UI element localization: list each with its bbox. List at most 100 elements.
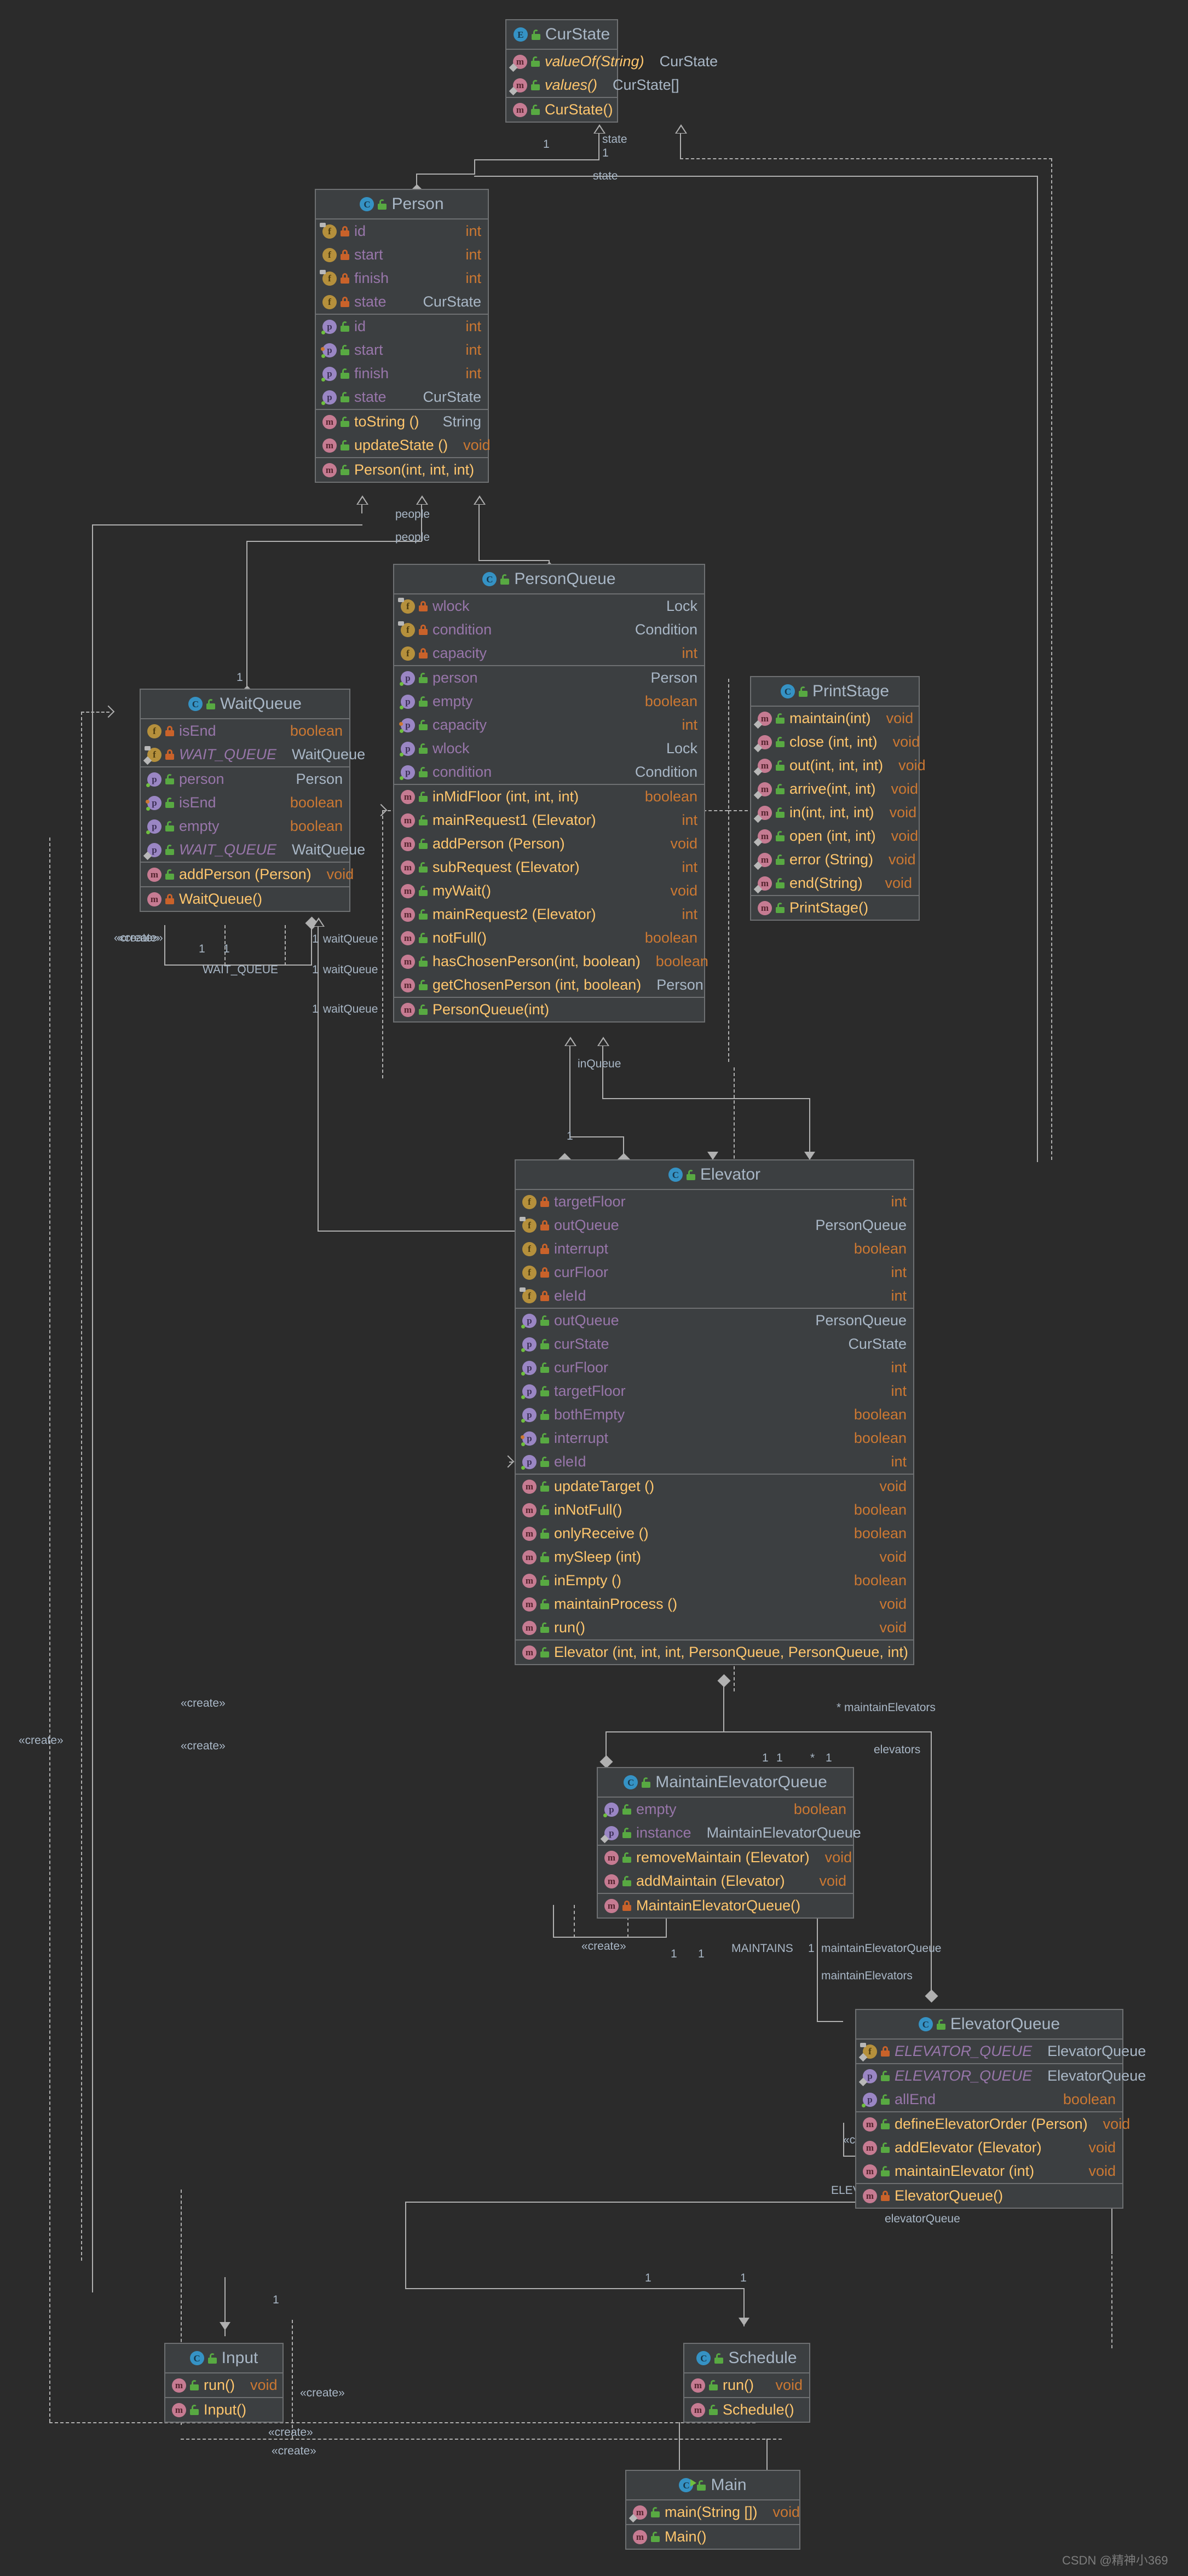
field-row[interactable]: f state CurState [316,290,488,314]
field-row[interactable]: f start int [316,243,488,267]
method-row[interactable]: m updateTarget () void [516,1475,913,1498]
field-row[interactable]: f wlock Lock [394,594,704,618]
property-row[interactable]: p WAIT_QUEUE WaitQueue [141,838,365,862]
property-row[interactable]: p empty boolean [598,1798,853,1821]
field-row[interactable]: f condition Condition [394,618,704,642]
property-row[interactable]: p start int [316,338,488,362]
method-row[interactable]: m inNotFull() boolean [516,1498,913,1522]
method-row[interactable]: m toString () String [316,410,488,434]
constructor-row[interactable]: m WaitQueue() [141,887,349,911]
method-row[interactable]: m in(int, int, int) void [751,801,919,824]
method-row[interactable]: m close (int, int) void [751,730,920,754]
method-row[interactable]: m maintainElevator (int) void [856,2159,1122,2183]
property-row[interactable]: p eleId int [516,1450,913,1474]
constructor-row[interactable]: m Schedule() [684,2398,809,2422]
method-row[interactable]: m mainRequest1 (Elevator) int [394,808,704,832]
method-row[interactable]: m defineElevatorOrder (Person) void [856,2112,1130,2136]
method-row[interactable]: m main(String []) void [626,2500,800,2524]
method-row[interactable]: m run() void [684,2373,809,2397]
property-row[interactable]: p curState CurState [516,1332,913,1356]
property-row[interactable]: p bothEmpty boolean [516,1403,913,1426]
class-box-maintainelevatorqueue[interactable]: C MaintainElevatorQueue p empty boolean … [597,1767,861,1919]
property-row[interactable]: p targetFloor int [516,1379,913,1403]
property-row[interactable]: p allEnd boolean [856,2088,1122,2111]
constructor-row[interactable]: m CurState() [506,98,617,122]
class-box-printstage[interactable]: C PrintStage m maintain(int) void m clos… [750,676,926,921]
field-row[interactable]: f WAIT_QUEUE WaitQueue [141,743,365,766]
method-row[interactable]: m addElevator (Elevator) void [856,2136,1122,2159]
property-row[interactable]: p instance MaintainElevatorQueue [598,1821,861,1845]
method-row[interactable]: m onlyReceive () boolean [516,1522,913,1545]
property-row[interactable]: p person Person [141,767,349,791]
property-row[interactable]: p capacity int [394,713,704,737]
property-row[interactable]: p curFloor int [516,1356,913,1379]
method-row[interactable]: m addPerson (Person) void [141,863,354,886]
constructor-row[interactable]: m Elevator (int, int, int, PersonQueue, … [516,1641,913,1664]
class-box-curstate[interactable]: E CurState m valueOf(String) CurState m … [505,19,718,123]
method-row[interactable]: m updateState () void [316,434,491,457]
property-row[interactable]: p interrupt boolean [516,1426,913,1450]
method-row[interactable]: m run() void [165,2373,282,2397]
field-row[interactable]: f curFloor int [516,1261,913,1284]
class-box-person[interactable]: C Person f id int f start int f finish i… [315,189,491,483]
field-row[interactable]: f ELEVATOR_QUEUE ElevatorQueue [856,2040,1146,2063]
method-row[interactable]: m error (String) void [751,848,919,871]
property-row[interactable]: p wlock Lock [394,737,704,760]
method-row[interactable]: m removeMaintain (Elevator) void [598,1846,853,1869]
method-row[interactable]: m inMidFloor (int, int, int) boolean [394,785,704,808]
property-row[interactable]: p state CurState [316,385,488,409]
constructor-row[interactable]: m PrintStage() [751,896,919,920]
member-row[interactable]: m values() CurState[] [506,73,679,97]
method-row[interactable]: m arrive(int, int) void [751,777,919,801]
class-box-main[interactable]: C Main m main(String []) void m Main() [625,2470,800,2550]
dependency-arrow [374,804,388,817]
method-row[interactable]: m end(String) void [751,871,919,895]
field-row[interactable]: f outQueue PersonQueue [516,1214,913,1237]
field-row[interactable]: f targetFloor int [516,1190,913,1214]
method-row[interactable]: m addMaintain (Elevator) void [598,1869,853,1893]
method-row[interactable]: m myWait() void [394,879,704,903]
method-row[interactable]: m notFull() boolean [394,926,704,950]
property-row[interactable]: p outQueue PersonQueue [516,1309,913,1332]
class-box-waitqueue[interactable]: C WaitQueue f isEnd boolean f WAIT_QUEUE… [140,689,365,912]
field-row[interactable]: f capacity int [394,642,704,665]
constructor-row[interactable]: m MaintainElevatorQueue() [598,1894,853,1917]
constructor-row[interactable]: m Person(int, int, int) [316,458,488,482]
method-row[interactable]: m maintain(int) void [751,707,919,730]
field-row[interactable]: f id int [316,220,488,243]
member-row[interactable]: m valueOf(String) CurState [506,50,718,73]
property-row[interactable]: p person Person [394,666,704,690]
method-row[interactable]: m run() void [516,1616,913,1639]
method-row[interactable]: m subRequest (Elevator) int [394,856,704,879]
constructor-row[interactable]: m ElevatorQueue() [856,2184,1122,2208]
method-row[interactable]: m hasChosenPerson(int, boolean) boolean [394,950,708,973]
property-row[interactable]: p ELEVATOR_QUEUE ElevatorQueue [856,2064,1146,2088]
field-row[interactable]: f isEnd boolean [141,719,349,743]
field-row[interactable]: f eleId int [516,1284,913,1308]
property-row[interactable]: p empty boolean [141,815,349,838]
method-row[interactable]: m getChosenPerson (int, boolean) Person [394,973,704,997]
constructor-row[interactable]: m Main() [626,2525,799,2549]
method-row[interactable]: m mainRequest2 (Elevator) int [394,903,704,926]
property-row[interactable]: p empty boolean [394,690,704,713]
property-row[interactable]: p condition Condition [394,760,704,784]
property-row[interactable]: p finish int [316,362,488,385]
method-row[interactable]: m addPerson (Person) void [394,832,704,856]
property-row[interactable]: p isEnd boolean [141,791,349,815]
method-row[interactable]: m out(int, int, int) void [751,754,926,777]
class-box-schedule[interactable]: C Schedule m run() void m Schedule() [683,2343,810,2423]
class-box-input[interactable]: C Input m run() void m Input() [164,2343,284,2423]
method-row[interactable]: m maintainProcess () void [516,1592,913,1616]
class-box-elevator[interactable]: C Elevator f targetFloor int f outQueue … [515,1159,914,1665]
property-row[interactable]: p id int [316,315,488,338]
private-lock-icon [341,250,349,260]
method-row[interactable]: m open (int, int) void [751,824,919,848]
field-row[interactable]: f interrupt boolean [516,1237,913,1261]
method-row[interactable]: m inEmpty () boolean [516,1569,913,1592]
method-row[interactable]: m mySleep (int) void [516,1545,913,1569]
class-box-personqueue[interactable]: C PersonQueue f wlock Lock f condition C… [393,564,708,1023]
field-row[interactable]: f finish int [316,267,488,290]
constructor-row[interactable]: m Input() [165,2398,282,2422]
constructor-row[interactable]: m PersonQueue(int) [394,998,704,1021]
class-box-elevatorqueue[interactable]: C ElevatorQueue f ELEVATOR_QUEUE Elevato… [855,2009,1146,2209]
